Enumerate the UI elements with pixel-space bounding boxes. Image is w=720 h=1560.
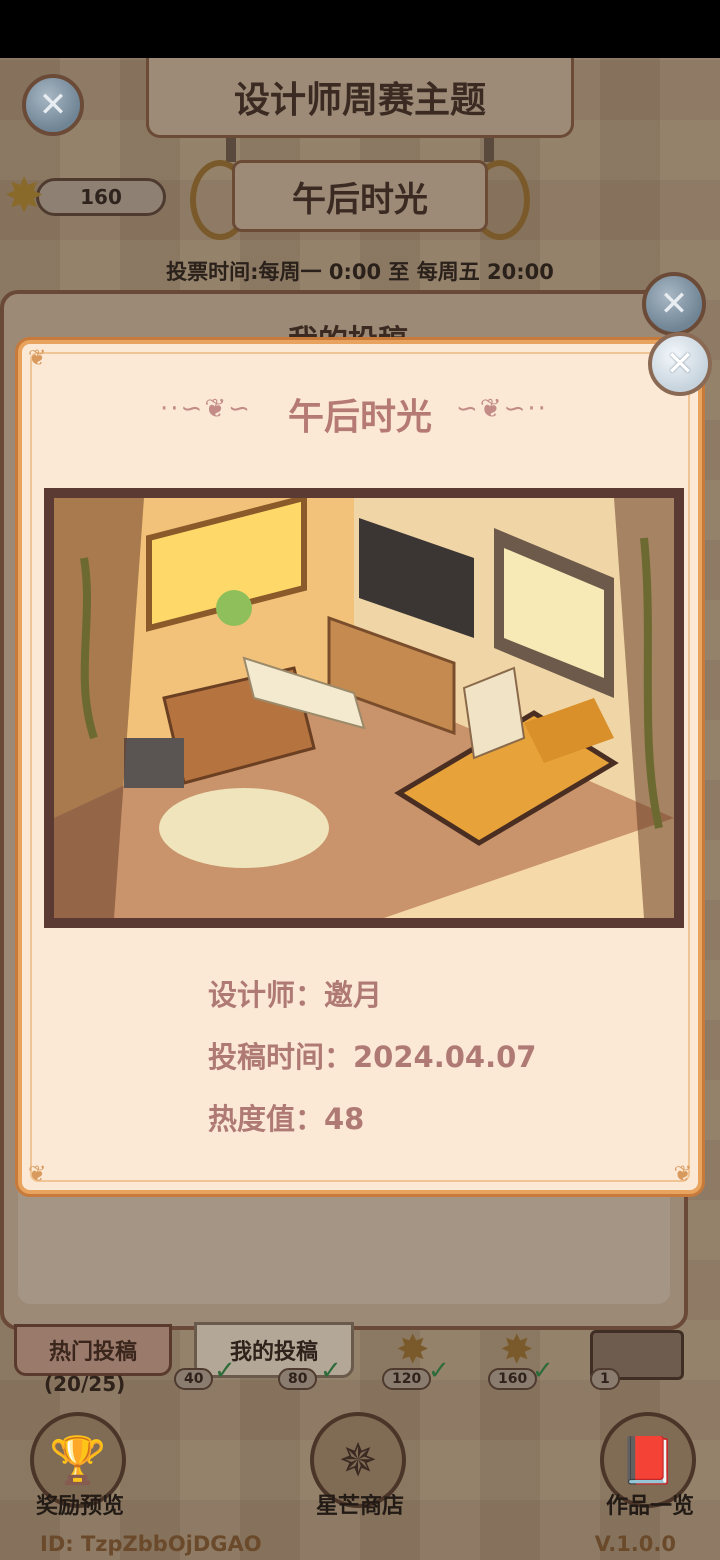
- corner-ornament-icon: ❦: [28, 346, 47, 371]
- milestone-40: 40: [174, 1368, 214, 1390]
- trophy-icon: 🏆: [49, 1432, 107, 1487]
- player-id: ID: TzpZbbOjDGAO: [40, 1532, 262, 1556]
- dialog-close-button[interactable]: ✕: [648, 332, 712, 396]
- close-icon: ✕: [659, 284, 689, 324]
- check-icon: ✓: [214, 1356, 236, 1386]
- corner-ornament-icon: ❦: [673, 1162, 692, 1187]
- corner-ornament-icon: ❦: [28, 1162, 47, 1187]
- hanger-right: [484, 138, 494, 162]
- back-close-button[interactable]: ✕: [22, 74, 84, 136]
- book-icon: 📕: [619, 1432, 677, 1487]
- check-icon: ✓: [320, 1356, 342, 1386]
- submission-detail-dialog: ❦ ❦ ❦ ❦ ··∽❦∽ 午后时光 ∽❦∽··: [18, 340, 702, 1194]
- theme-plaque: 午后时光: [232, 160, 488, 232]
- header-title: 设计师周赛主题: [233, 79, 486, 121]
- check-icon: ✓: [428, 1356, 450, 1386]
- version: V.1.0.0: [594, 1532, 676, 1556]
- milestone-80: 80: [278, 1368, 318, 1390]
- check-icon: ✓: [532, 1356, 554, 1386]
- star-icon: ✸: [500, 1327, 534, 1373]
- hanger-left: [226, 138, 236, 162]
- progress-count: (20/25): [44, 1372, 126, 1396]
- milestone-160: 160: [488, 1368, 538, 1390]
- star-counter: 160: [36, 178, 166, 216]
- heat-value-info: 热度值：48: [208, 1102, 365, 1136]
- submission-time-info: 投稿时间：2024.04.07: [208, 1040, 537, 1074]
- nav-label-works: 作品一览: [605, 1494, 694, 1519]
- close-icon: ✕: [38, 85, 68, 125]
- status-bar: [0, 0, 720, 58]
- star-count: 160: [80, 185, 122, 209]
- designer-info: 设计师：邀月: [208, 978, 383, 1012]
- tab-label: 热门投稿: [48, 1340, 137, 1365]
- compass-star-icon: ✵: [338, 1433, 378, 1487]
- star-icon: ✸: [396, 1327, 430, 1373]
- weekly-theme-header: 设计师周赛主题: [146, 58, 574, 138]
- star-icon: ✸: [4, 168, 45, 224]
- panel-close-button[interactable]: ✕: [642, 272, 706, 336]
- submission-artwork[interactable]: [44, 488, 684, 928]
- milestone-chest: 1: [590, 1368, 620, 1390]
- nav-label-rewards: 奖励预览: [35, 1494, 124, 1519]
- vote-time: 投票时间:每周一 0:00 至 每周五 20:00: [166, 260, 554, 284]
- tab-label: 我的投稿: [229, 1340, 318, 1365]
- theme-name: 午后时光: [292, 179, 428, 220]
- close-icon: ✕: [665, 344, 695, 384]
- room-illustration: [54, 498, 674, 918]
- flourish-right-icon: ∽❦∽··: [456, 394, 548, 424]
- tab-hot-submissions[interactable]: 热门投稿: [14, 1324, 172, 1376]
- nav-label-shop: 星芒商店: [315, 1494, 404, 1519]
- milestone-120: 120: [382, 1368, 432, 1390]
- dialog-title: 午后时光: [287, 397, 432, 438]
